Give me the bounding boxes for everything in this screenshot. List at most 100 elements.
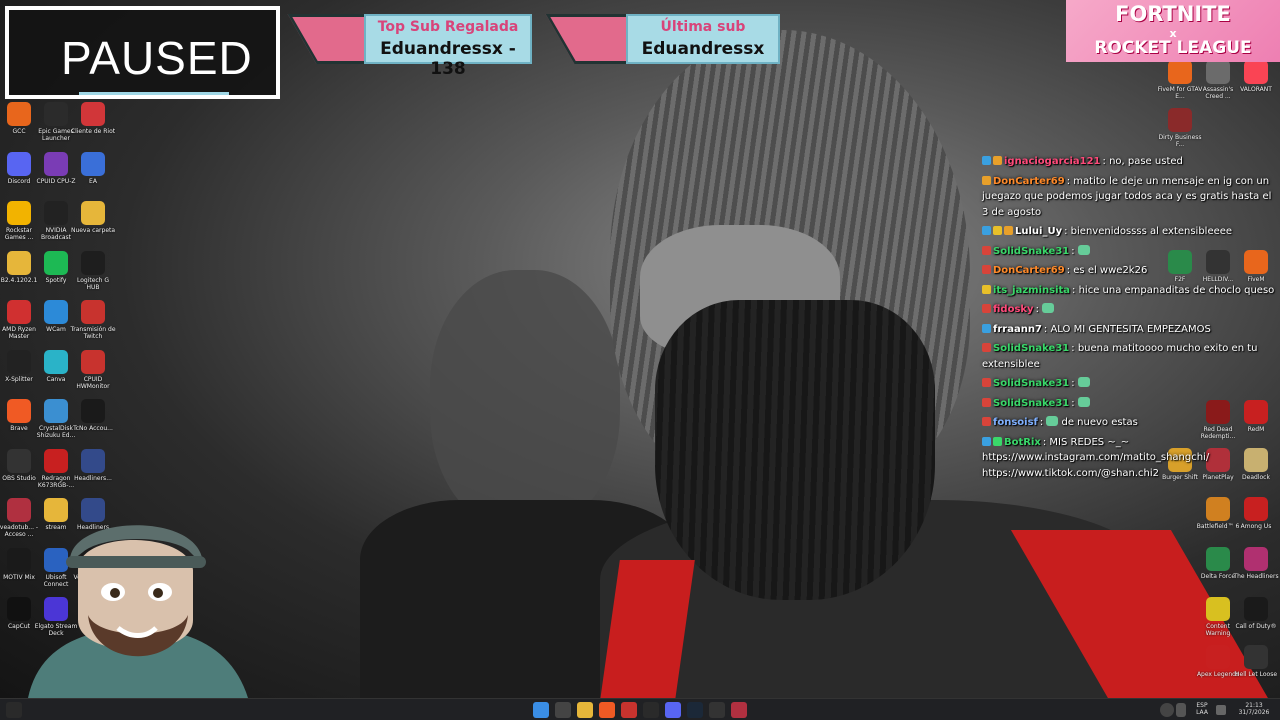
chat-emote-icon [1046,416,1059,426]
webcam-icon [44,300,68,324]
desktop-icon-ea[interactable]: EA [70,151,116,185]
chat-username[interactable]: its_jazminsita [993,285,1070,296]
chat-badge-icon [993,436,1002,446]
network-icon[interactable] [1216,705,1226,715]
desktop-icon-dirty-business[interactable]: Dirty Business F... [1157,108,1203,148]
desktop-icon-valorant[interactable]: VALORANT [1233,60,1279,93]
chat-emote-icon [1077,244,1090,255]
last-sub-banner: Última sub Eduandressx [545,12,782,68]
desktop-icon-among-us[interactable]: Among Us [1233,497,1279,530]
chat-message: SolidSnake31: [982,244,1278,260]
chat-badge-icon [1004,226,1013,235]
desktop-icon-label: Hell Let Loose [1234,671,1278,678]
wallpaper-background-figure [430,270,620,530]
chat-username[interactable]: fidosky [993,304,1034,315]
chat-username[interactable]: frraann7 [993,324,1042,335]
chat-badge-icon [982,436,991,446]
chat-badge-icon [982,226,991,235]
rockstar-icon [7,201,31,225]
wallpaper-mask [655,300,935,600]
file-explorer-icon[interactable] [577,702,593,718]
delta-force-icon [1206,547,1230,571]
chat-text: ALO MI GENTESITA EMPEZAMOS [1050,323,1211,335]
desktop-icon-headliners[interactable]: The Headliners [1233,547,1279,580]
chat-username[interactable]: SolidSnake31 [993,398,1069,409]
chat-emote-icon [1042,303,1055,313]
chat-message: its_jazminsita: hice una empanaditas de … [982,283,1278,299]
fortnite-rocket-league-promo: FORTNITE x ROCKET LEAGUE [1066,0,1280,62]
promo-line-fortnite: FORTNITE [1115,2,1231,26]
clock[interactable]: 21:13 31/7/2026 [1236,702,1272,716]
desktop-icon-logitech[interactable]: Logitech G HUB [70,250,116,291]
battlefield-icon [1206,497,1230,521]
chat-username[interactable]: DonCarter69 [993,265,1065,276]
redragon-icon [44,448,68,473]
desktop-icon-folder[interactable]: Nueva carpeta [70,201,116,234]
start-icon[interactable] [533,702,549,718]
clock-time: 21:13 [1245,702,1263,709]
desktop-icon-twitch[interactable]: Transmisión de Twitch [70,300,116,340]
desktop-icon-riot-client[interactable]: Cliente de Riot [70,102,116,135]
obs-icon[interactable] [709,702,725,718]
desktop-icon-label: Cliente de Riot [70,128,116,135]
chat-username[interactable]: BotRix [1004,437,1041,448]
spotify-icon [44,250,68,275]
chat-badge-icon [982,343,991,352]
chat-username[interactable]: SolidSnake31 [993,246,1069,257]
top-sub-name: Eduandressx - 138 [380,39,516,79]
discord-icon [7,151,31,176]
language-code: ESP [1196,702,1208,709]
desktop-icon-tcno[interactable]: TcNo Accou... [70,399,116,432]
cod-icon [1244,597,1268,621]
desktop-icon-label: Dirty Business F... [1158,134,1202,148]
xsplit-icon [7,349,31,374]
brave-icon[interactable] [599,702,615,718]
desktop-icon-label: CPUID HWMonitor [76,375,110,390]
gcc-icon [7,102,31,126]
search-icon[interactable] [555,702,571,718]
chat-username[interactable]: SolidSnake31 [993,378,1069,389]
desktop-icon-label: The Headliners [1233,573,1279,580]
desktop-icon-label: Headliners... [74,474,112,482]
tray-chevron-icon[interactable] [1160,703,1174,717]
veadotube-icon[interactable] [731,702,747,718]
paused-text: PAUSED [61,32,253,84]
steam-icon[interactable] [687,702,703,718]
widgets-icon[interactable] [6,702,22,718]
brave-icon [7,399,31,423]
chat-badge-icon [982,378,991,387]
stream-chat-overlay: ignaciogarcia121: no, pase usted DonCarte… [982,154,1278,485]
desktop-icon-hwmonitor[interactable]: CPUID HWMonitor [70,349,116,390]
chat-username[interactable]: fonsoisf [993,417,1038,428]
desktop-icon-headliners[interactable]: Headliners... [70,448,116,482]
chat-message: SolidSnake31: buena matitoooo mucho exit… [982,341,1278,372]
chat-username[interactable]: ignaciogarcia121 [1004,156,1101,167]
chat-message: Lului_Uy: bienvenidossss al extensibleee… [982,224,1278,240]
chat-emote-icon [1077,396,1090,407]
chat-message: SolidSnake31: [982,376,1278,392]
chat-username[interactable]: DonCarter69 [993,176,1065,187]
headliners-icon [1244,547,1268,571]
tcno-icon [81,399,105,423]
last-sub-name: Eduandressx [641,39,765,59]
chat-badge-icon [982,175,991,185]
chat-emote-icon [1077,377,1090,387]
chat-username[interactable]: Lului_Uy [1015,226,1062,237]
microphone-icon[interactable] [1176,703,1186,717]
discord-icon[interactable] [665,702,681,718]
obs-icon [7,448,31,473]
desktop-icon-hell-let-loose[interactable]: Hell Let Loose [1233,645,1279,678]
clock-date: 31/7/2026 [1238,709,1270,716]
terminal-icon[interactable] [643,702,659,718]
chat-message: SolidSnake31: [982,396,1278,412]
chat-separator: : [1071,378,1078,389]
twitch-icon [81,300,105,324]
media-player-icon[interactable] [621,702,637,718]
cpuz-icon [44,151,68,176]
folder-icon [81,201,105,225]
desktop-icon-cod[interactable]: Call of Duty® [1233,597,1279,630]
banner-box: Top Sub Regalada Eduandressx - 138 [364,14,532,79]
language-indicator[interactable]: ESP LAA [1192,702,1212,716]
chat-text: bienvenidossss al extensibleeee [1070,226,1233,237]
chat-username[interactable]: SolidSnake31 [993,343,1069,354]
